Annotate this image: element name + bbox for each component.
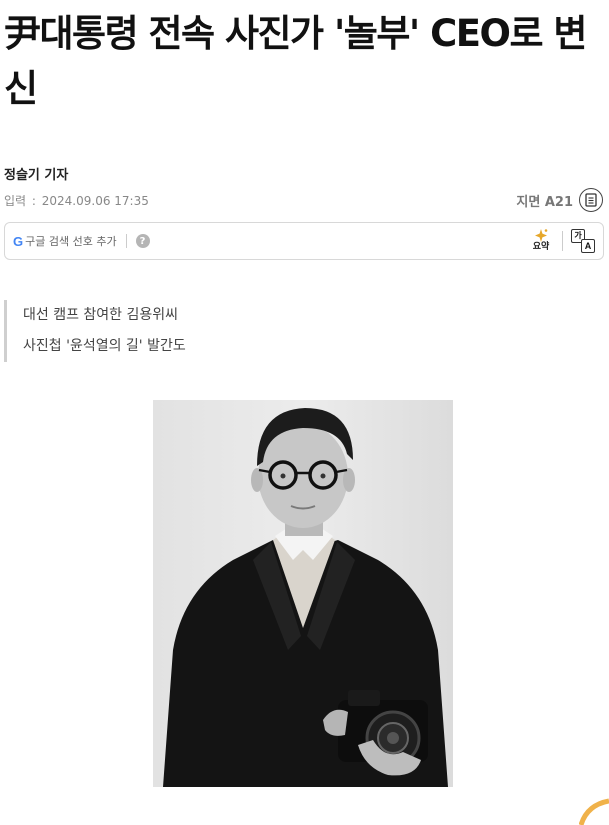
date-label: 입력 xyxy=(4,194,27,208)
document-icon[interactable] xyxy=(579,188,603,212)
google-preference-button[interactable]: 구글 검색 선호 추가 xyxy=(25,233,116,249)
google-icon[interactable]: G xyxy=(13,234,23,249)
date-value: 2024.09.06 17:35 xyxy=(41,194,149,208)
article-subheadlines: 대선 캠프 참여한 김용위씨 사진첩 '윤석열의 길' 발간도 xyxy=(4,300,186,362)
toolbar-actions: 요약 가 A xyxy=(528,229,595,253)
dateline: 입력 : 2024.09.06 17:35 xyxy=(4,194,149,208)
reporter-name[interactable]: 정슬기 기자 xyxy=(4,164,68,183)
page-ref-label: 지면 A21 xyxy=(516,194,573,210)
translate-target-glyph: A xyxy=(581,239,595,253)
translate-icon[interactable]: 가 A xyxy=(571,229,595,253)
subheadline: 사진첩 '윤석열의 길' 발간도 xyxy=(23,338,186,354)
article-toolbar: G 구글 검색 선호 추가 ? 요약 가 A xyxy=(4,222,604,260)
article-photo[interactable] xyxy=(153,400,453,787)
sparkle-icon xyxy=(535,229,548,242)
summary-label: 요약 xyxy=(532,242,550,252)
toolbar-divider xyxy=(125,234,127,248)
print-page-reference: 지면 A21 xyxy=(516,188,603,212)
subheadline: 대선 캠프 참여한 김용위씨 xyxy=(23,307,179,323)
article-headline: 尹대통령 전속 사진가 '놀부' CEO로 변신 xyxy=(4,12,587,110)
toolbar-divider xyxy=(562,231,563,251)
help-icon[interactable]: ? xyxy=(135,234,150,248)
summary-button[interactable]: 요약 xyxy=(528,229,554,253)
corner-decoration xyxy=(579,798,609,825)
